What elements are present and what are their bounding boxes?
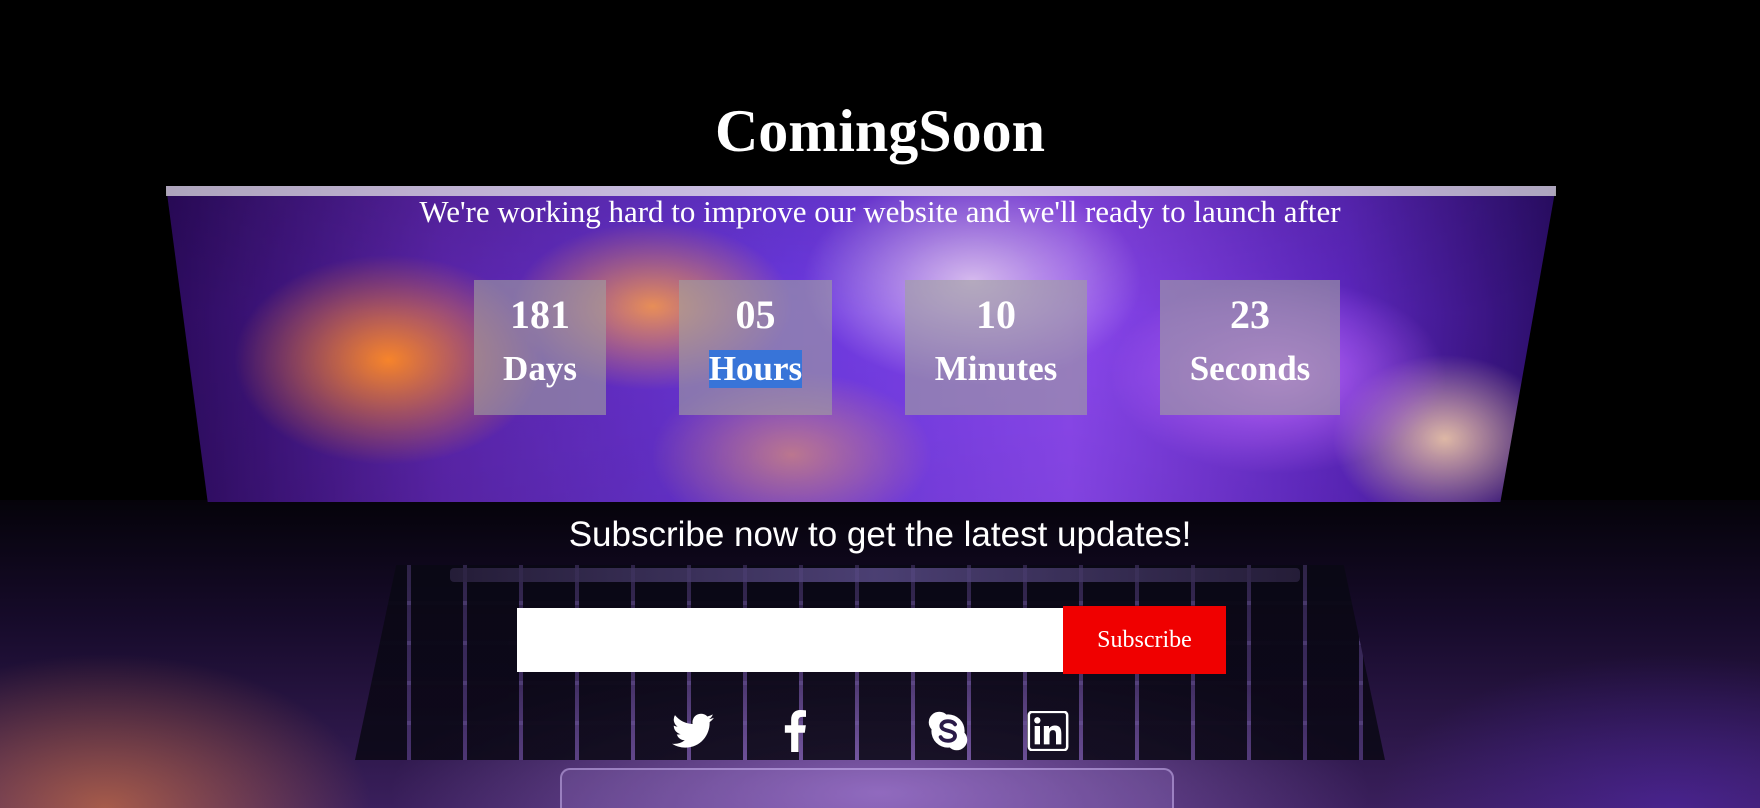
twitter-icon[interactable] bbox=[670, 708, 716, 754]
email-input[interactable] bbox=[517, 608, 1063, 672]
subscribe-heading: Subscribe now to get the latest updates! bbox=[568, 515, 1192, 554]
facebook-icon[interactable] bbox=[782, 708, 808, 754]
countdown-hours-label: Hours bbox=[708, 349, 803, 388]
laptop-touchbar bbox=[450, 568, 1300, 582]
countdown-days-value: 181 bbox=[510, 292, 570, 337]
countdown-seconds: 23 Seconds bbox=[1160, 280, 1340, 415]
countdown-hours-value: 05 bbox=[735, 292, 776, 337]
countdown-minutes: 10 Minutes bbox=[905, 280, 1087, 415]
countdown-days: 181 Days bbox=[474, 280, 606, 415]
countdown-minutes-value: 10 bbox=[976, 292, 1016, 337]
page-subtitle: We're working hard to improve our websit… bbox=[419, 194, 1341, 229]
linkedin-icon[interactable] bbox=[1026, 708, 1070, 754]
subscribe-button[interactable]: Subscribe bbox=[1063, 606, 1226, 674]
countdown-hours: 05 Hours bbox=[679, 280, 832, 415]
countdown-minutes-label: Minutes bbox=[934, 349, 1058, 388]
laptop-screen bbox=[166, 186, 1556, 502]
countdown-days-label: Days bbox=[503, 349, 577, 388]
page-title: ComingSoon bbox=[714, 98, 1046, 164]
laptop-trackpad bbox=[560, 768, 1174, 808]
countdown-seconds-value: 23 bbox=[1230, 292, 1270, 337]
coming-soon-page: ComingSoon We're working hard to improve… bbox=[0, 0, 1760, 808]
skype-icon[interactable] bbox=[926, 708, 970, 754]
countdown-seconds-label: Seconds bbox=[1189, 349, 1311, 388]
